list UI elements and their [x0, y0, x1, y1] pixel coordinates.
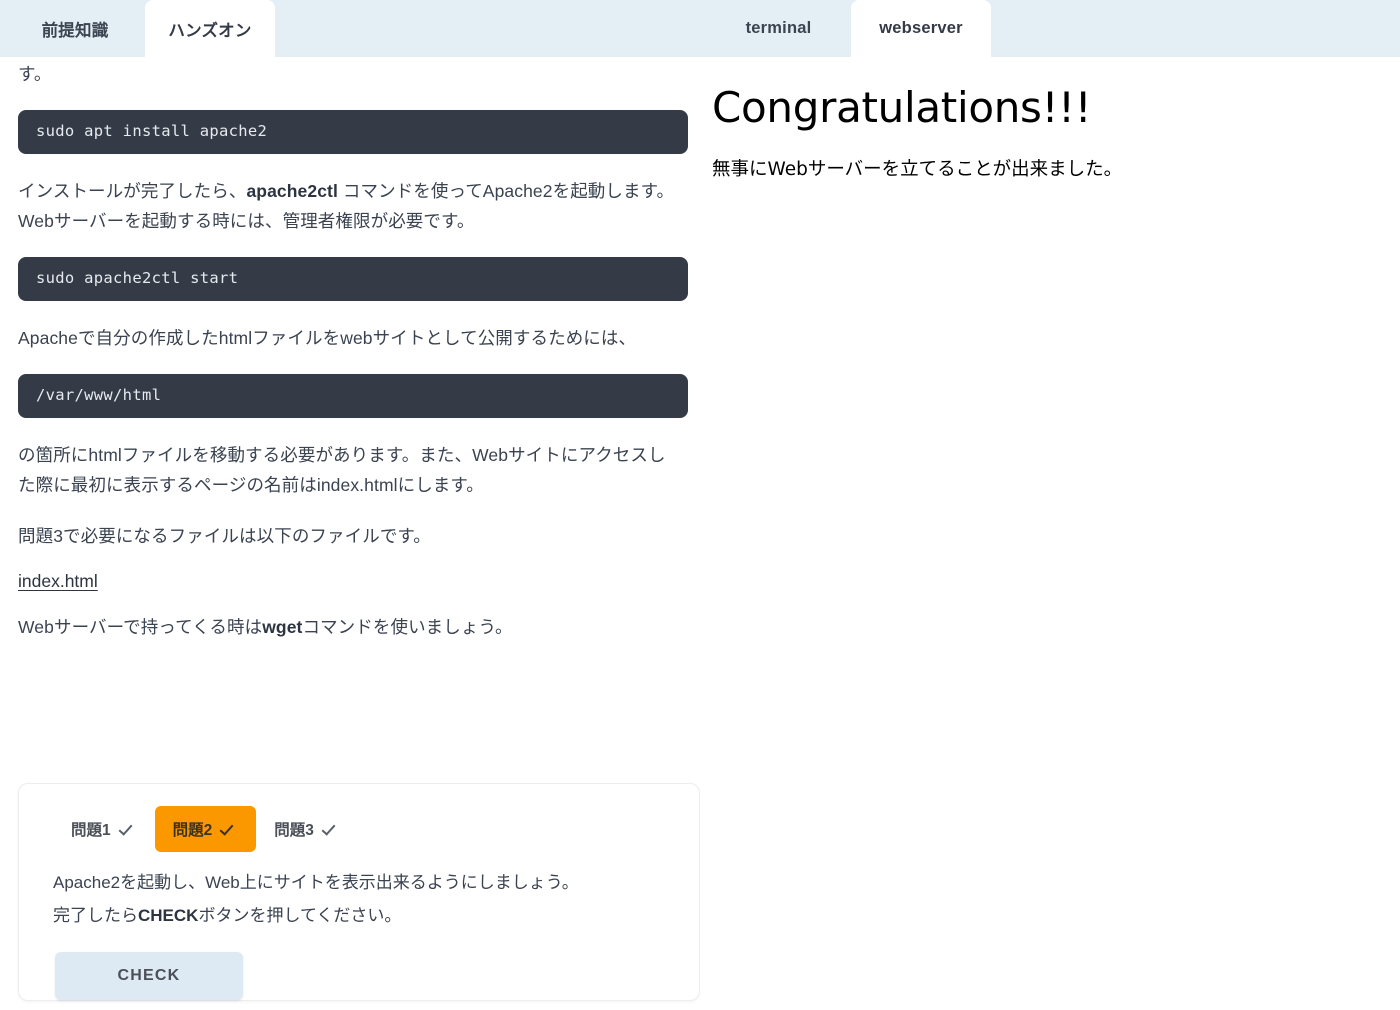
text-run: 完了したら — [53, 906, 138, 926]
exercise-tab-question2[interactable]: 問題2 — [154, 806, 257, 852]
tab-bars: 前提知識 ハンズオン terminal webserver — [0, 0, 1400, 57]
text-run: コマンドを使いましょう。 — [302, 617, 513, 638]
exercise-instruction: Apache2を起動し、Web上にサイトを表示出来るようにしましょう。 完了した… — [19, 852, 699, 932]
check-icon — [121, 821, 137, 837]
text-run: Webサーバーで持ってくる時は — [18, 617, 263, 638]
paragraph-cut-top: す。 — [18, 64, 52, 84]
tab-terminal[interactable]: terminal — [706, 0, 851, 57]
link-index-html[interactable]: index.html — [18, 571, 98, 592]
exercise-tab-label: 問題3 — [274, 822, 314, 839]
text-run: Apache2を起動し、Web上にサイトを表示出来るようにしましょう。 — [53, 873, 579, 892]
instruction-check-emphasis: CHECK — [138, 906, 199, 926]
webserver-preview-pane: Congratulations!!! 無事にWebサーバーを立てることが出来まし… — [700, 57, 1400, 1010]
paragraph-after-install: インストールが完了したら、apache2ctl コマンドを使ってApache2を… — [18, 176, 682, 237]
text-run: インストールが完了したら、 — [18, 180, 247, 201]
preview-heading: Congratulations!!! — [712, 83, 1092, 132]
exercise-tab-label: 問題2 — [172, 822, 213, 839]
paragraph-publish: Apacheで自分の作成したhtmlファイルをwebサイトとして公開するためには… — [18, 327, 637, 348]
tab-handson[interactable]: ハンズオン — [145, 0, 275, 57]
check-icon — [222, 821, 238, 837]
right-pane-tabbar: terminal webserver — [700, 0, 1400, 57]
inline-code-wget: wget — [262, 617, 303, 638]
paragraph-needed-file: 問題3で必要になるファイルは以下のファイルです。 — [18, 525, 431, 546]
code-block-apt-install: sudo apt install apache2 — [18, 109, 688, 154]
inline-code-apache2ctl: apache2ctl — [246, 180, 338, 201]
tab-webserver[interactable]: webserver — [851, 0, 991, 57]
code-block-apache2ctl-start: sudo apache2ctl start — [18, 256, 688, 301]
main-split: す。 sudo apt install apache2 インストールが完了したら… — [0, 57, 1400, 1010]
left-pane-tabbar: 前提知識 ハンズオン — [0, 0, 700, 57]
exercise-tab-question1[interactable]: 問題1 — [53, 806, 155, 852]
preview-body-text: 無事にWebサーバーを立てることが出来ました。 — [712, 159, 1123, 181]
paragraph-wget: Webサーバーで持ってくる時はwgetコマンドを使いましょう。 — [18, 612, 682, 643]
tab-prerequisite[interactable]: 前提知識 — [5, 0, 145, 57]
exercise-card: 問題1 問題2 問題3 Apache2を起動し、Web上にサイトを表示出来るよう… — [18, 783, 700, 1002]
exercise-tab-label: 問題1 — [71, 822, 111, 839]
check-icon — [324, 821, 340, 837]
exercise-tabs: 問題1 問題2 問題3 — [19, 806, 699, 852]
code-block-docroot: /var/www/html — [18, 373, 688, 418]
check-button[interactable]: CHECK — [55, 952, 243, 1001]
text-run: ボタンを押してください。 — [198, 906, 402, 926]
lesson-pane: す。 sudo apt install apache2 インストールが完了したら… — [0, 57, 700, 1010]
paragraph-move-files: の箇所にhtmlファイルを移動する必要があります。また、Webサイトにアクセスし… — [18, 444, 666, 496]
exercise-tab-question3[interactable]: 問題3 — [256, 806, 358, 852]
